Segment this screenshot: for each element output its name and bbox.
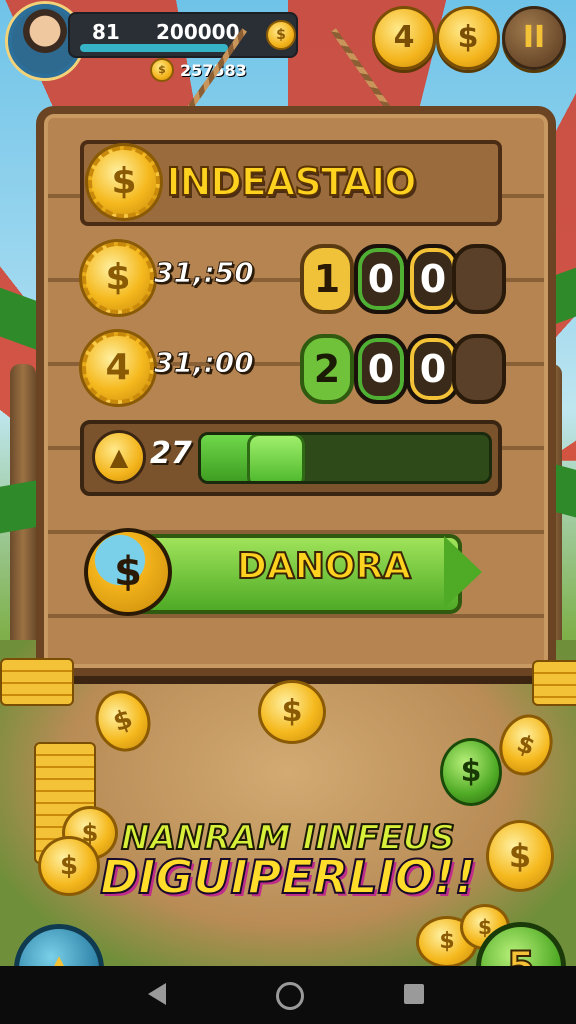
collect-button[interactable]: $ DANORA [84, 528, 484, 616]
pause-button[interactable]: II [502, 6, 566, 70]
bonus-coin-button[interactable]: 4 [372, 6, 436, 70]
coin-icon: $ [150, 58, 174, 82]
row-coin-icon: $ [79, 239, 157, 317]
system-navbar [0, 966, 576, 1024]
coin-stack [0, 658, 74, 706]
collect-button-label: DANORA [236, 545, 412, 588]
digit-slot: 0 [354, 244, 408, 314]
recent-apps-icon[interactable] [404, 984, 424, 1004]
coin-stack [532, 660, 576, 706]
xp-bar [80, 44, 228, 52]
level-score-bar: 81 200000 $ [68, 12, 298, 58]
sub-coin-counter: $ 257583 [150, 58, 247, 82]
coin-icon: $ [258, 680, 326, 744]
promo-subheadline: DIGUIPERLIO!! [99, 849, 477, 905]
progress-plank: ▲ 27 [80, 420, 502, 496]
title-coin-icon: $ [85, 143, 163, 221]
dollar-coin-icon: $ [84, 528, 172, 616]
green-coin-icon: $ [440, 738, 502, 806]
arrow-coin-icon: ▲ [92, 430, 146, 484]
home-icon[interactable] [276, 982, 304, 1010]
progress-handle[interactable] [247, 435, 306, 481]
coin-icon: $ [266, 20, 296, 50]
digit-slot: 2 [300, 334, 354, 404]
progress-value: 27 [150, 436, 192, 471]
row-coin-icon: 4 [79, 329, 157, 407]
player-level: 81 [92, 20, 120, 44]
progress-track [198, 432, 492, 484]
row-value: 31,:00 [154, 346, 255, 380]
digit-slot: 0 [354, 334, 408, 404]
back-icon[interactable] [148, 983, 166, 1005]
digit-slot-empty [452, 244, 506, 314]
row-value: 31,:50 [154, 256, 255, 290]
shop-coin-button[interactable]: $ [436, 6, 500, 70]
player-score: 200000 [156, 20, 240, 44]
digit-slot-empty [452, 334, 506, 404]
digit-slot: 1 [300, 244, 354, 314]
